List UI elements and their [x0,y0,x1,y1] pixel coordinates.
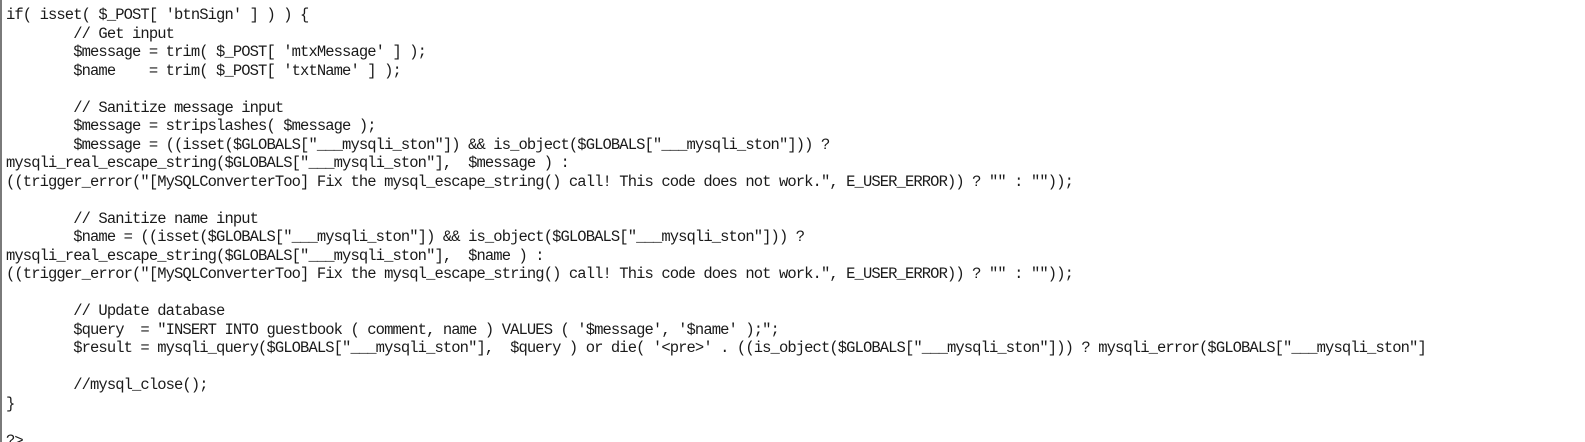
code-block: if( isset( $_POST[ 'btnSign' ] ) ) { // … [6,6,1427,442]
code-line: mysqli_real_escape_string($GLOBALS["___m… [6,154,570,172]
source-code-viewer: if( isset( $_POST[ 'btnSign' ] ) ) { // … [0,0,1585,442]
code-line: $message = stripslashes( $message ); [6,117,376,135]
code-line: mysqli_real_escape_string($GLOBALS["___m… [6,246,545,265]
code-line: ?> [6,431,24,442]
code-line: $name = trim( $_POST[ 'txtName' ] ); [6,61,402,80]
code-line: //mysql_close(); [6,376,208,394]
code-line: // Sanitize message input [6,98,284,117]
code-line: ((trigger_error("[MySQLConverterToo] Fix… [6,172,1074,191]
code-line: // Get input [6,24,175,43]
code-line: $result = mysqli_query($GLOBALS["___mysq… [6,339,1427,357]
code-line: ((trigger_error("[MySQLConverterToo] Fix… [6,265,1074,283]
code-line: $name = ((isset($GLOBALS["___mysqli_ston… [6,228,805,246]
code-line: // Sanitize name input [6,209,259,228]
code-line: $query = "INSERT INTO guestbook ( commen… [6,320,780,339]
code-line: } [6,394,15,413]
code-line: $message = trim( $_POST[ 'mtxMessage' ] … [6,43,427,61]
code-line: $message = ((isset($GLOBALS["___mysqli_s… [6,135,830,154]
code-line: // Update database [6,302,225,320]
code-line: if( isset( $_POST[ 'btnSign' ] ) ) { [6,6,309,24]
left-border [0,0,2,442]
